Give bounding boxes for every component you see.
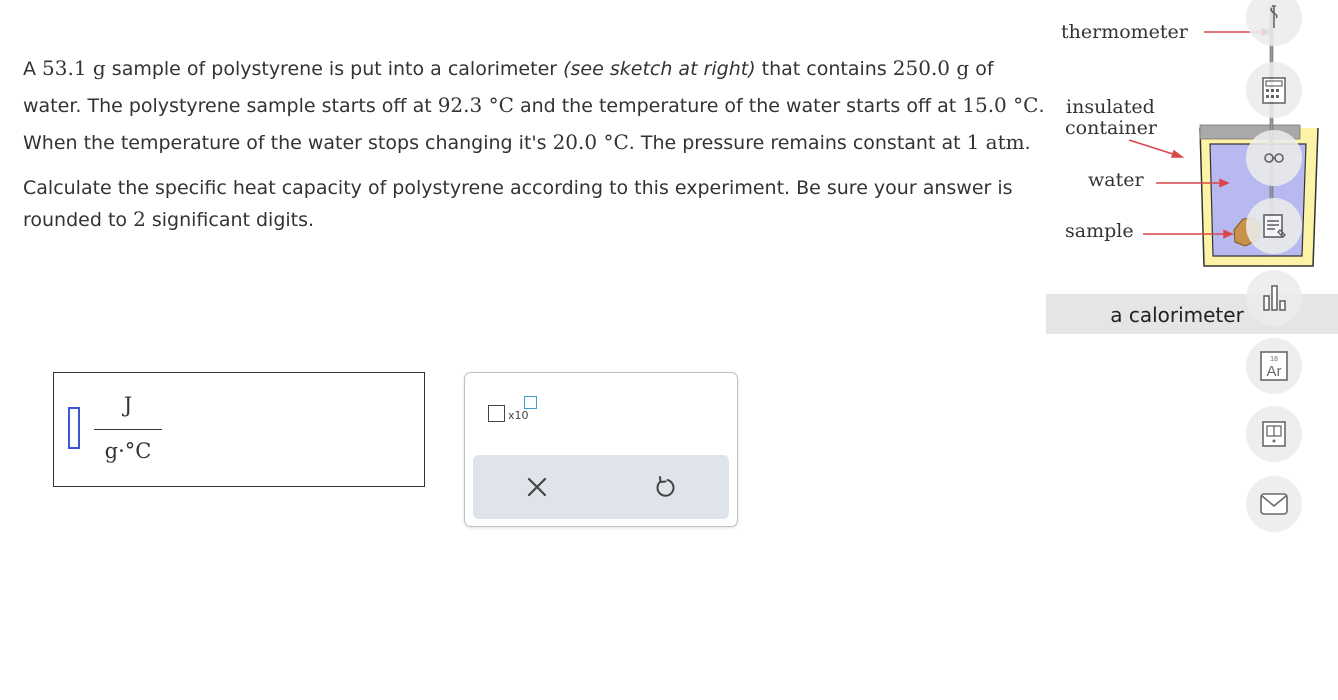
- sample-temp: 92.3 °C: [437, 93, 514, 117]
- rail-chart-button[interactable]: [1246, 270, 1302, 326]
- x-icon: [527, 477, 547, 497]
- water-mass: 250.0 g: [892, 56, 970, 80]
- exponent-box-icon: [524, 396, 537, 409]
- undo-button[interactable]: [647, 469, 683, 505]
- periodic-table-icon: 18 Ar: [1260, 351, 1288, 381]
- pressure-value: 1 atm: [966, 130, 1025, 154]
- toolbox-actions: [473, 455, 729, 519]
- fraction-bar: [94, 429, 162, 430]
- sample-mass: 53.1 g: [42, 56, 106, 80]
- glasses-icon: [1264, 153, 1284, 163]
- problem-paragraph: A 53.1 g sample of polystyrene is put in…: [23, 56, 1045, 154]
- rail-periodic-table-button[interactable]: 18 Ar: [1246, 338, 1302, 394]
- scientific-notation-button[interactable]: x10: [486, 395, 546, 431]
- x10-label: x10: [508, 409, 529, 422]
- mantissa-box-icon: [488, 405, 505, 422]
- final-temp: 20.0 °C: [552, 130, 629, 154]
- sig-figs: 2: [133, 207, 146, 231]
- rail-book-button[interactable]: [1246, 406, 1302, 462]
- rail-calculator-button[interactable]: [1246, 62, 1302, 118]
- label-sample: sample: [1065, 220, 1134, 242]
- rail-notes-button[interactable]: [1246, 198, 1302, 254]
- answer-toolbox: x10: [464, 372, 738, 527]
- chart-icon: [1263, 285, 1286, 311]
- svg-text:Ar: Ar: [1267, 363, 1282, 380]
- notes-icon: [1263, 214, 1286, 238]
- calculator-icon: [1262, 77, 1286, 104]
- undo-icon: [656, 476, 675, 497]
- book-icon: [1262, 421, 1286, 447]
- answer-input[interactable]: [68, 407, 80, 449]
- rail-glasses-button[interactable]: [1246, 130, 1302, 186]
- water-temp: 15.0 °C: [962, 93, 1039, 117]
- see-sketch-note: (see sketch at right): [563, 58, 756, 80]
- label-insulated: insulated: [1066, 96, 1155, 118]
- thermometer-icon: [1270, 5, 1278, 28]
- unit-numerator: J: [123, 393, 133, 417]
- mail-icon: [1260, 493, 1288, 515]
- question-paragraph: Calculate the specific heat capacity of …: [23, 177, 1013, 231]
- clear-button[interactable]: [519, 469, 555, 505]
- svg-text:18: 18: [1270, 356, 1278, 363]
- label-container: container: [1065, 117, 1158, 139]
- answer-box: J g·°C: [53, 372, 425, 487]
- unit-denominator: g·°C: [104, 439, 152, 463]
- rail-mail-button[interactable]: [1246, 476, 1302, 532]
- label-thermometer: thermometer: [1061, 21, 1189, 43]
- label-water: water: [1088, 169, 1144, 191]
- problem-text: A 53.1 g sample of polystyrene is put in…: [23, 50, 1048, 236]
